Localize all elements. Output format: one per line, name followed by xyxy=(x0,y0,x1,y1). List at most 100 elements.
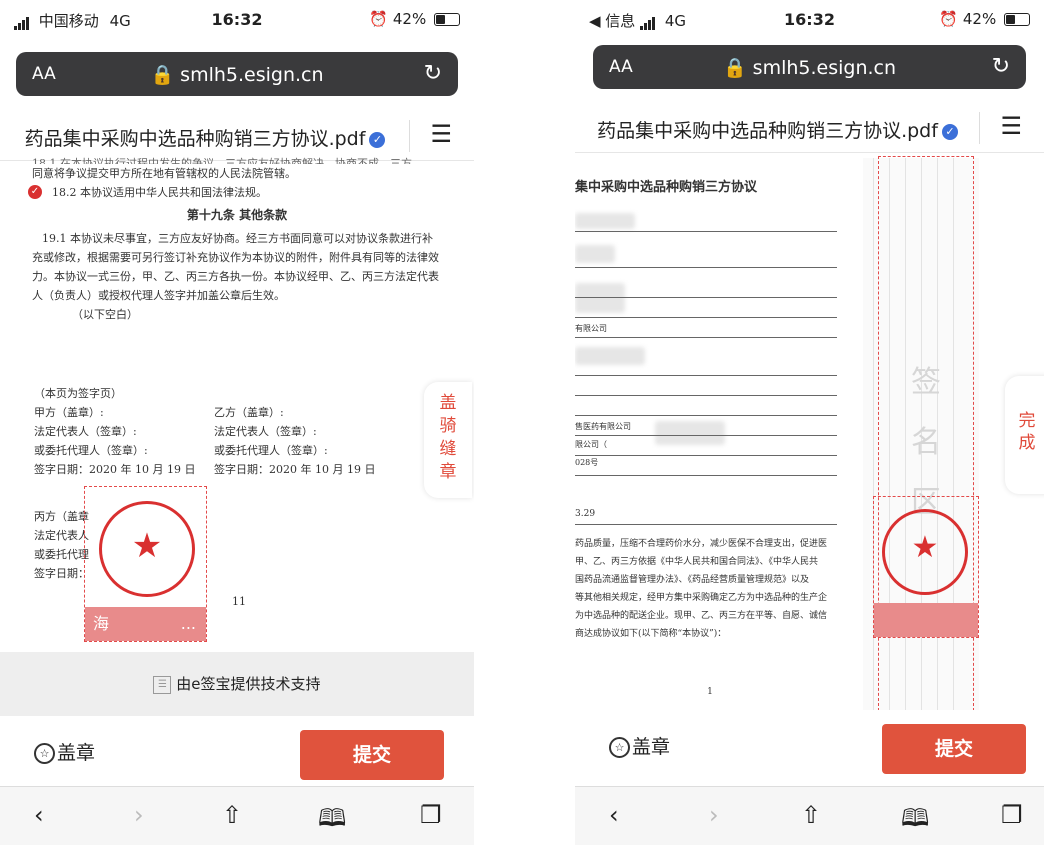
body-text: 药品质量，压缩不合理药价水分，减少医保不合理支出，促进医 甲、乙、丙三方依据《中… xyxy=(575,535,845,643)
document-title-wrap: 药品集中采购中选品种购销三方协议.pdf ✓ xyxy=(0,124,410,151)
page-number: 1 xyxy=(707,687,713,697)
underline xyxy=(575,337,837,338)
redacted-field xyxy=(655,421,725,445)
document-title-wrap: 药品集中采购中选品种购销三方协议.pdf ✓ xyxy=(575,116,980,143)
cross-page-seal-button[interactable]: 盖骑缝章 xyxy=(424,382,472,498)
stamp-label: 盖章 xyxy=(57,742,96,764)
underline xyxy=(575,231,837,232)
seal-name-ellipsis: ... xyxy=(180,614,196,633)
submit-button[interactable]: 提交 xyxy=(300,730,444,780)
draggable-seal[interactable]: ★ xyxy=(873,496,979,638)
share-icon[interactable]: ⇧ xyxy=(801,801,821,829)
underline xyxy=(575,267,837,268)
stamp-button[interactable]: ☆ 盖章 xyxy=(609,732,670,759)
redacted-field xyxy=(575,347,645,365)
redacted-field xyxy=(575,245,615,263)
battery-percent: 42% xyxy=(392,10,427,28)
battery-icon xyxy=(1004,13,1030,26)
underline xyxy=(575,415,837,416)
doc-line: 药品质量，压缩不合理药价水分，减少医保不合理支出，促进医 xyxy=(575,539,828,549)
tabs-icon[interactable]: ❐ xyxy=(420,801,442,829)
date-b-label: 签字日期：2020 年 10 月 19 日 xyxy=(214,463,376,476)
seal-name-bar xyxy=(874,603,978,637)
browser-toolbar: ‹ › ⇧ 🕮 ❐ xyxy=(0,786,474,845)
document-page: 18.1 在本协议执行过程中发生的争议，三方应友好协商解决，协商不成，三方 同意… xyxy=(0,157,474,324)
phone-screen-right: ◀ 信息 4G 16:32 ⏰ 42% AA 🔒 smlh5.esign.cn … xyxy=(575,0,1044,845)
doc-line: 充或修改，根据需要可另行签订补充协议作为本协议的附件，附件具有同等的法律效 xyxy=(32,251,439,264)
doc-line: 力。本协议一式三份，甲、乙、丙三方各执一份。本协议经甲、乙、丙三方法定代表 xyxy=(32,270,439,283)
underline xyxy=(575,297,837,298)
doc-line: 甲、乙、丙三方依据《中华人民共和国合同法》、《中华人民共 xyxy=(575,557,819,567)
document-page: 集中采购中选品种购销三方协议 有限公司 售医药有限公司 限公司（ 028号 3.… xyxy=(575,158,845,702)
party-b-label: 乙方（盖章）: xyxy=(214,406,284,419)
agent-a-label: 或委托代理人（签章）: xyxy=(34,444,148,457)
date-c-label: 签字日期： xyxy=(34,567,89,580)
sign-page-note: （本页为签字页） xyxy=(34,387,122,400)
legal-b-label: 法定代表人（签章）: xyxy=(214,425,317,438)
stamp-icon: ☆ xyxy=(609,737,630,758)
reload-icon[interactable]: ↻ xyxy=(992,54,1010,79)
share-icon[interactable]: ⇧ xyxy=(222,801,242,829)
reload-icon[interactable]: ↻ xyxy=(424,61,442,86)
seal-name-label: 海 xyxy=(93,614,110,633)
company-seal-icon: ★ xyxy=(882,509,968,595)
doc-line-text: 18.2 本协议适用中华人民共和国法律法规。 xyxy=(52,186,267,199)
draggable-seal[interactable]: ★ 海 ... xyxy=(84,486,207,642)
browser-toolbar: ‹ › ⇧ 🕮 ❐ xyxy=(575,786,1044,845)
url-display[interactable]: 🔒 smlh5.esign.cn xyxy=(593,56,1026,79)
verified-icon: ✓ xyxy=(369,131,386,148)
menu-icon[interactable]: ☰ xyxy=(430,120,452,148)
legal-a-label: 法定代表人（签章）: xyxy=(34,425,137,438)
bookmarks-icon[interactable]: 🕮 xyxy=(901,801,929,842)
status-bar: 中国移动 4G 16:32 ⏰ 42% xyxy=(0,0,474,38)
back-icon[interactable]: ‹ xyxy=(609,801,619,829)
status-right: ⏰ 42% xyxy=(939,10,1030,28)
page-number: 11 xyxy=(232,595,246,608)
stamp-icon: ☆ xyxy=(34,743,55,764)
verified-icon: ✓ xyxy=(941,123,958,140)
fragment: 028号 xyxy=(575,458,599,467)
blank-note: （以下空白） xyxy=(72,308,138,321)
fragment: 售医药有限公司 xyxy=(575,422,631,431)
submit-button[interactable]: 提交 xyxy=(882,724,1026,774)
url-display[interactable]: 🔒 smlh5.esign.cn xyxy=(16,63,458,86)
agent-b-label: 或委托代理人（签章）: xyxy=(214,444,328,457)
legal-c-label: 法定代表人 xyxy=(34,529,89,542)
party-a-label: 甲方（盖章）: xyxy=(34,406,104,419)
cross-page-seal-label: 盖骑缝章 xyxy=(439,393,457,482)
tabs-icon[interactable]: ❐ xyxy=(1001,801,1023,829)
stamp-button[interactable]: ☆ 盖章 xyxy=(34,738,95,765)
address-bar[interactable]: AA 🔒 smlh5.esign.cn ↻ xyxy=(593,45,1026,89)
menu-icon[interactable]: ☰ xyxy=(1000,112,1022,140)
doc-line: 等其他相关规定，经甲方集中采购确定乙方为中选品种的生产企 xyxy=(575,593,828,603)
stamp-label: 盖章 xyxy=(632,736,671,758)
status-right: ⏰ 42% xyxy=(369,10,460,28)
lock-icon: 🔒 xyxy=(150,64,175,86)
done-button[interactable]: 完成 xyxy=(1005,376,1044,494)
doc-line: 19.1 本协议未尽事宜，三方应友好协商。经三方书面同意可以对协议条款进行补 xyxy=(42,232,433,245)
document-header: 药品集中采购中选品种购销三方协议.pdf ✓ ☰ xyxy=(575,104,1044,153)
redacted-field xyxy=(575,283,625,313)
doc-line: 国药品流通监督管理办法》、《药品经营质量管理规范》以及 xyxy=(575,575,810,585)
divider xyxy=(409,120,410,152)
forward-icon[interactable]: › xyxy=(134,801,144,829)
support-footer: ☰ 由e签宝提供技术支持 xyxy=(0,652,474,716)
document-title: 药品集中采购中选品种购销三方协议.pdf xyxy=(597,120,938,142)
bookmarks-icon[interactable]: 🕮 xyxy=(318,801,346,842)
lock-icon: 🔒 xyxy=(722,57,747,79)
support-logo-icon: ☰ xyxy=(153,675,172,694)
underline xyxy=(575,395,837,396)
action-bar: ☆ 盖章 提交 xyxy=(0,716,474,786)
url-host: smlh5.esign.cn xyxy=(180,64,324,86)
forward-icon[interactable]: › xyxy=(709,801,719,829)
check-marker-icon: ✓ xyxy=(28,185,42,199)
doc-line: 人（负责人）或授权代理人签字并加盖公章后生效。 xyxy=(32,289,285,302)
company-seal-icon: ★ xyxy=(99,501,195,597)
address-bar[interactable]: AA 🔒 smlh5.esign.cn ↻ xyxy=(16,52,458,96)
underline xyxy=(575,375,837,376)
document-heading: 集中采购中选品种购销三方协议 xyxy=(575,180,758,195)
document-title: 药品集中采购中选品种购销三方协议.pdf xyxy=(24,128,366,150)
back-icon[interactable]: ‹ xyxy=(34,801,44,829)
underline xyxy=(575,455,837,456)
underline xyxy=(575,317,837,318)
